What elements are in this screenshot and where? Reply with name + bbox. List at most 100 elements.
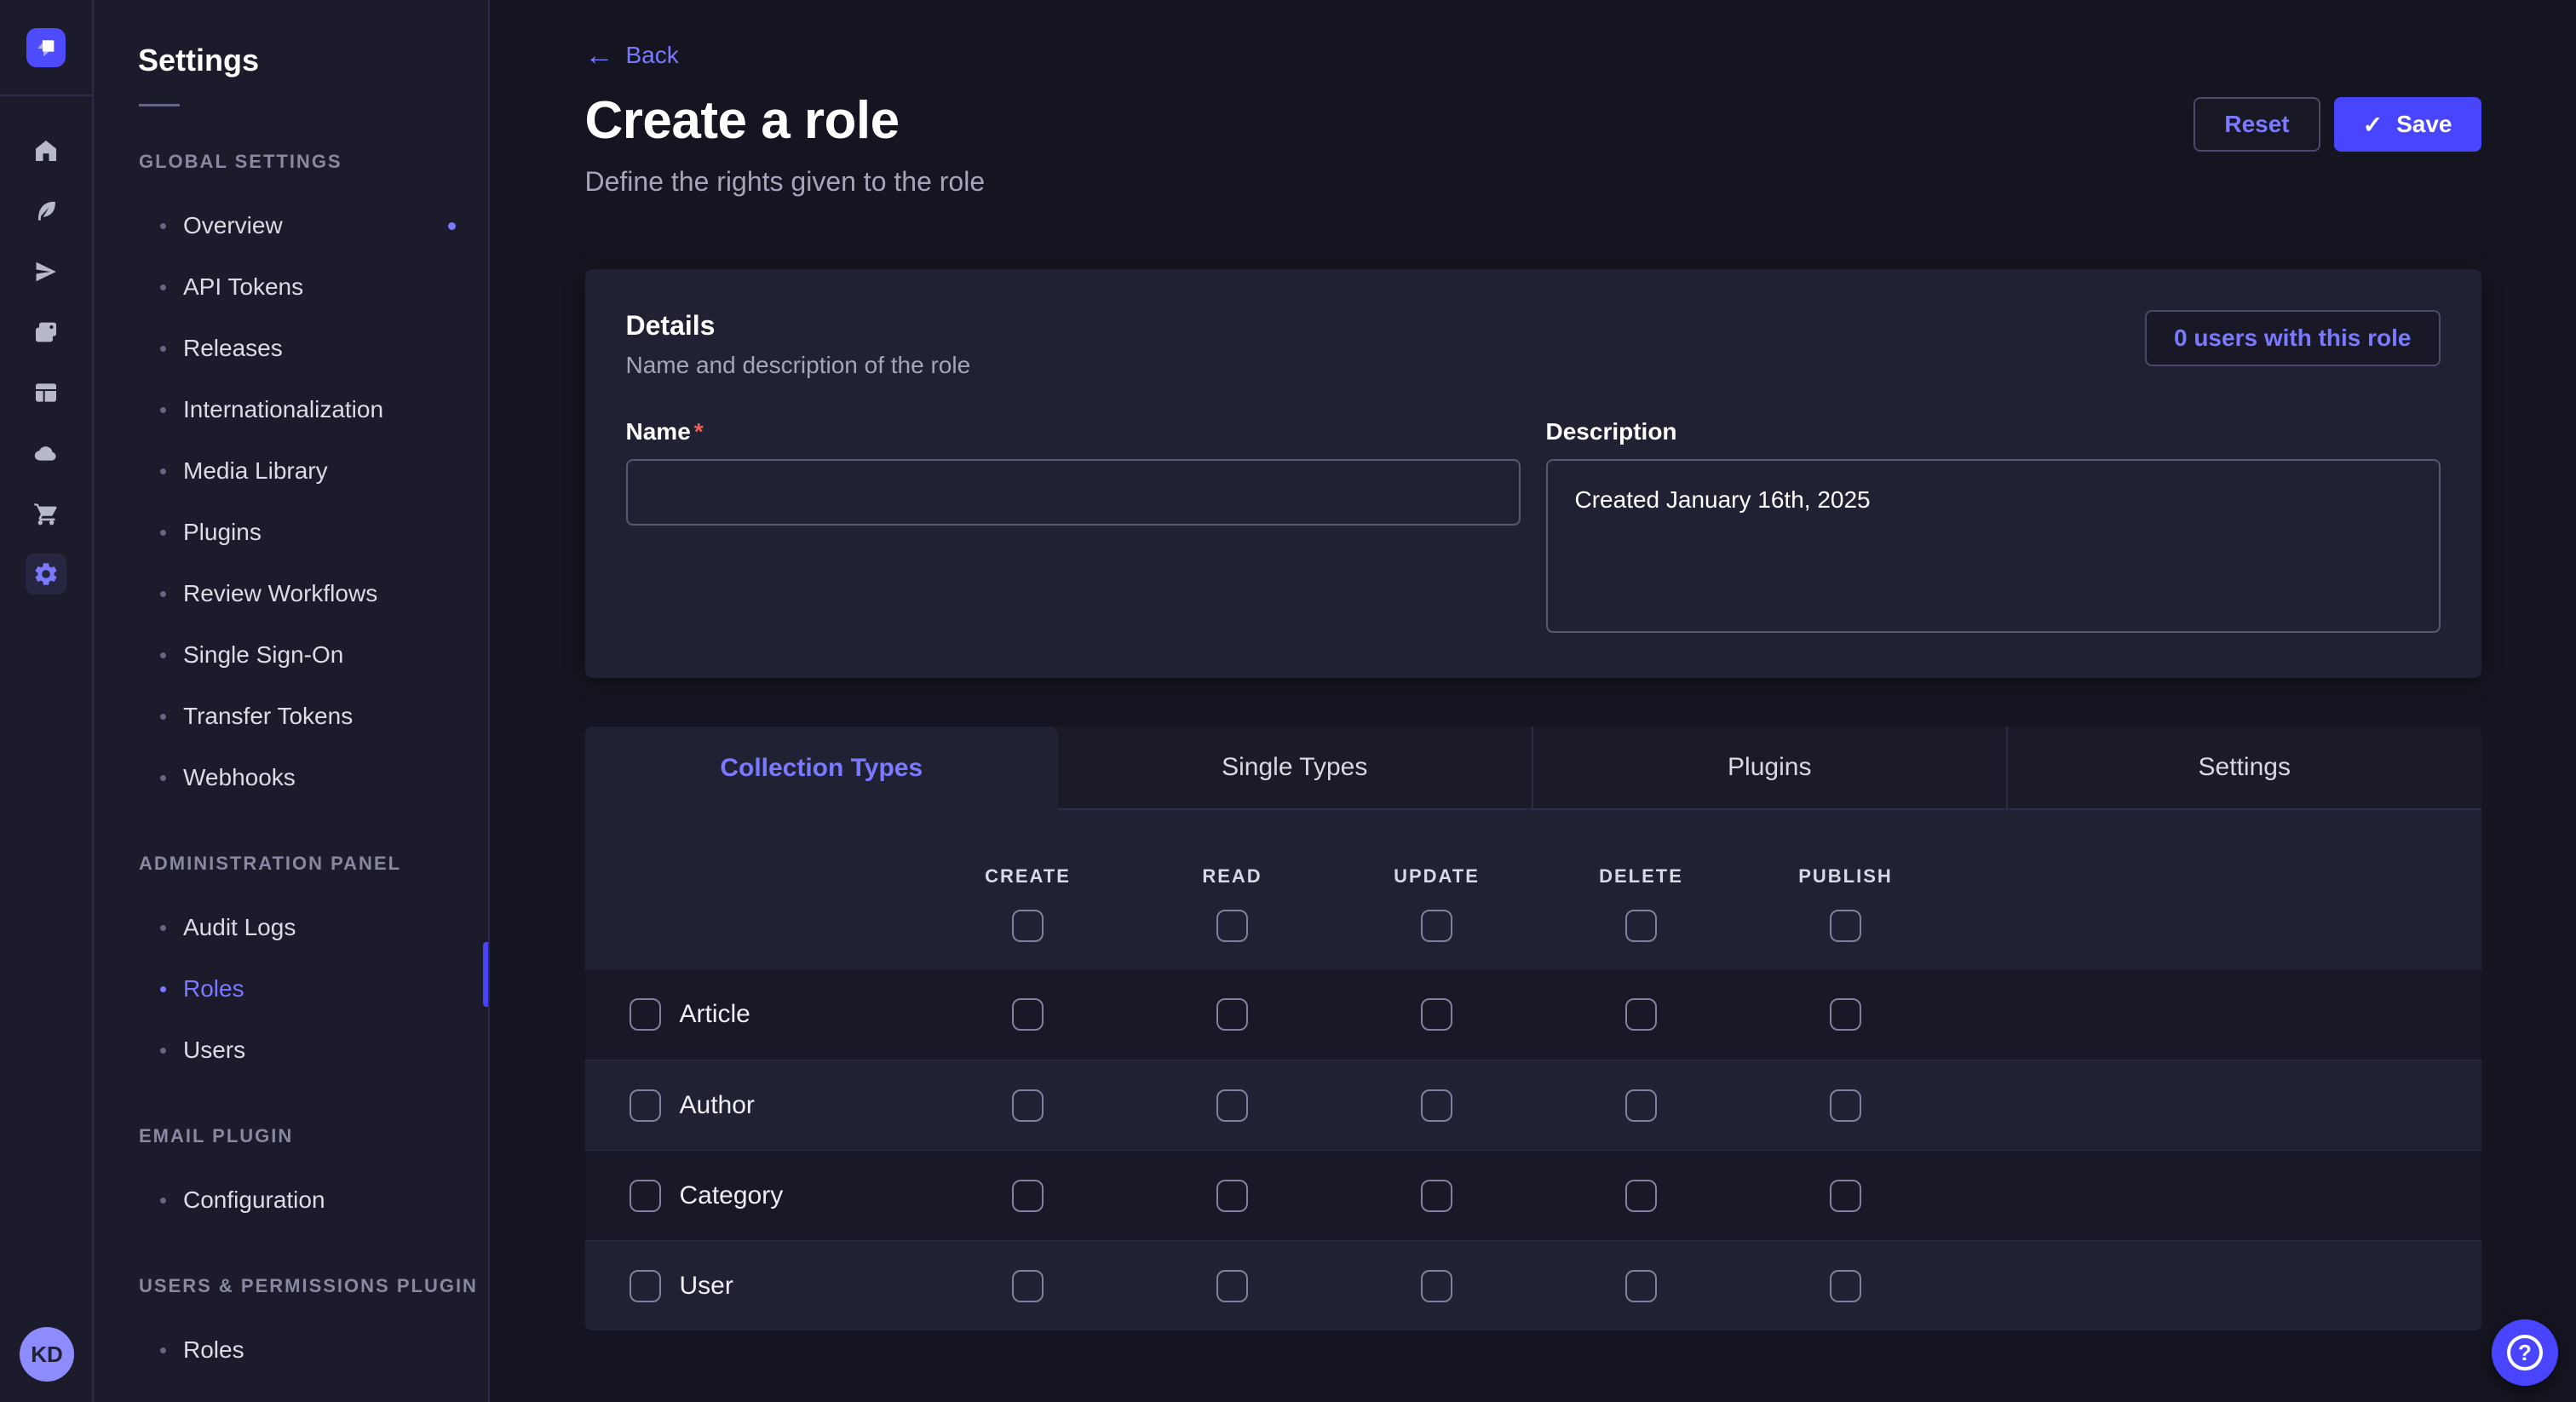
category-read-checkbox[interactable] xyxy=(1216,1180,1248,1212)
subnav-item-internationalization[interactable]: Internationalization xyxy=(94,379,488,440)
bullet-icon xyxy=(160,925,166,931)
category-update-checkbox[interactable] xyxy=(1421,1180,1452,1212)
author-publish-checkbox[interactable] xyxy=(1830,1089,1861,1122)
strapi-logo[interactable] xyxy=(26,28,66,67)
select-all-publish-checkbox[interactable] xyxy=(1830,910,1861,942)
table-row-user: User xyxy=(585,1240,2481,1330)
article-publish-checkbox[interactable] xyxy=(1830,998,1861,1031)
row-select-checkbox[interactable] xyxy=(630,1089,661,1122)
reset-button[interactable]: Reset xyxy=(2194,97,2320,152)
select-all-create-checkbox[interactable] xyxy=(1012,910,1044,942)
subnav-item-transfer-tokens[interactable]: Transfer Tokens xyxy=(94,686,488,747)
article-update-checkbox[interactable] xyxy=(1421,998,1452,1031)
content-manager-feather-icon[interactable] xyxy=(26,191,66,232)
section-email-plugin: EMAIL PLUGIN Configuration xyxy=(94,1125,488,1231)
author-create-checkbox[interactable] xyxy=(1012,1089,1044,1122)
subnav-item-plugins[interactable]: Plugins xyxy=(94,502,488,563)
row-label: Author xyxy=(680,1091,755,1120)
settings-gear-icon[interactable] xyxy=(26,554,66,595)
subnav-item-overview[interactable]: Overview xyxy=(94,195,488,256)
subnav-item-roles-admin[interactable]: Roles xyxy=(94,958,488,1020)
question-mark-icon: ? xyxy=(2507,1335,2543,1370)
author-read-checkbox[interactable] xyxy=(1216,1089,1248,1122)
user-delete-checkbox[interactable] xyxy=(1625,1270,1657,1302)
permissions-section: Collection Types Single Types Plugins Se… xyxy=(585,727,2481,1330)
strip-divider xyxy=(0,95,93,96)
category-publish-checkbox[interactable] xyxy=(1830,1180,1861,1212)
user-update-checkbox[interactable] xyxy=(1421,1270,1452,1302)
subnav-item-audit-logs[interactable]: Audit Logs xyxy=(94,897,488,958)
help-button[interactable]: ? xyxy=(2492,1319,2558,1386)
table-row-category: Category xyxy=(585,1150,2481,1240)
name-label: Name* xyxy=(626,418,704,445)
subnav-item-webhooks[interactable]: Webhooks xyxy=(94,747,488,808)
subnav-item-providers[interactable]: Providers xyxy=(94,1381,488,1402)
settings-subnav: Settings GLOBAL SETTINGS Overview API To… xyxy=(94,0,490,1402)
select-all-read-checkbox[interactable] xyxy=(1216,910,1248,942)
column-header-update: UPDATE xyxy=(1394,865,1480,888)
bullet-icon xyxy=(160,1048,166,1054)
row-label: User xyxy=(680,1272,733,1301)
details-title: Details xyxy=(626,310,2145,342)
section-label: ADMINISTRATION PANEL xyxy=(139,853,488,875)
author-update-checkbox[interactable] xyxy=(1421,1089,1452,1122)
details-card: Details Name and description of the role… xyxy=(585,269,2481,678)
subnav-item-media-library[interactable]: Media Library xyxy=(94,440,488,502)
bullet-icon xyxy=(160,530,166,536)
user-create-checkbox[interactable] xyxy=(1012,1270,1044,1302)
users-with-role-button[interactable]: 0 users with this role xyxy=(2145,310,2441,366)
row-select-checkbox[interactable] xyxy=(630,1180,661,1212)
category-create-checkbox[interactable] xyxy=(1012,1180,1044,1212)
row-select-checkbox[interactable] xyxy=(630,998,661,1031)
author-delete-checkbox[interactable] xyxy=(1625,1089,1657,1122)
main-content: ← Back Create a role Define the rights g… xyxy=(490,0,2576,1402)
article-delete-checkbox[interactable] xyxy=(1625,998,1657,1031)
subnav-title: Settings xyxy=(138,43,488,78)
tab-single-types[interactable]: Single Types xyxy=(1058,727,1532,810)
details-subtitle: Name and description of the role xyxy=(626,352,2145,379)
select-all-delete-checkbox[interactable] xyxy=(1625,910,1657,942)
send-paper-plane-icon[interactable] xyxy=(26,251,66,292)
subnav-item-releases[interactable]: Releases xyxy=(94,318,488,379)
name-input[interactable] xyxy=(626,459,1521,526)
marketplace-cart-icon[interactable] xyxy=(26,493,66,534)
media-library-images-icon[interactable] xyxy=(26,312,66,353)
subnav-item-roles-up[interactable]: Roles xyxy=(94,1319,488,1381)
description-textarea[interactable]: Created January 16th, 2025 xyxy=(1546,459,2441,633)
bullet-icon xyxy=(160,1198,166,1204)
tab-collection-types[interactable]: Collection Types xyxy=(585,727,1059,810)
bullet-icon xyxy=(160,407,166,413)
bullet-icon xyxy=(160,591,166,597)
home-icon[interactable] xyxy=(26,130,66,171)
tab-plugins[interactable]: Plugins xyxy=(1532,727,2007,810)
bullet-icon xyxy=(160,652,166,658)
subnav-item-single-sign-on[interactable]: Single Sign-On xyxy=(94,624,488,686)
subnav-item-api-tokens[interactable]: API Tokens xyxy=(94,256,488,318)
select-all-update-checkbox[interactable] xyxy=(1421,910,1452,942)
subnav-item-configuration[interactable]: Configuration xyxy=(94,1169,488,1231)
section-administration-panel: ADMINISTRATION PANEL Audit Logs Roles Us… xyxy=(94,853,488,1081)
subnav-item-users[interactable]: Users xyxy=(94,1020,488,1081)
layout-builder-icon[interactable] xyxy=(26,372,66,413)
article-read-checkbox[interactable] xyxy=(1216,998,1248,1031)
tab-settings[interactable]: Settings xyxy=(2006,727,2481,810)
cloud-icon[interactable] xyxy=(26,433,66,474)
row-label: Article xyxy=(680,1000,750,1029)
subnav-item-review-workflows[interactable]: Review Workflows xyxy=(94,563,488,624)
user-publish-checkbox[interactable] xyxy=(1830,1270,1861,1302)
user-avatar[interactable]: KD xyxy=(20,1327,74,1382)
save-button[interactable]: ✓ Save xyxy=(2334,97,2481,152)
user-read-checkbox[interactable] xyxy=(1216,1270,1248,1302)
description-label: Description xyxy=(1546,418,1677,445)
category-delete-checkbox[interactable] xyxy=(1625,1180,1657,1212)
required-asterisk: * xyxy=(694,418,704,445)
article-create-checkbox[interactable] xyxy=(1012,998,1044,1031)
row-label: Category xyxy=(680,1181,784,1210)
back-link[interactable]: ← Back xyxy=(585,41,679,70)
bullet-icon xyxy=(160,468,166,474)
row-select-checkbox[interactable] xyxy=(630,1270,661,1302)
back-label: Back xyxy=(626,42,679,69)
bullet-icon xyxy=(160,284,166,290)
strapi-logo-glyph xyxy=(34,36,58,60)
column-header-create: CREATE xyxy=(985,865,1071,888)
